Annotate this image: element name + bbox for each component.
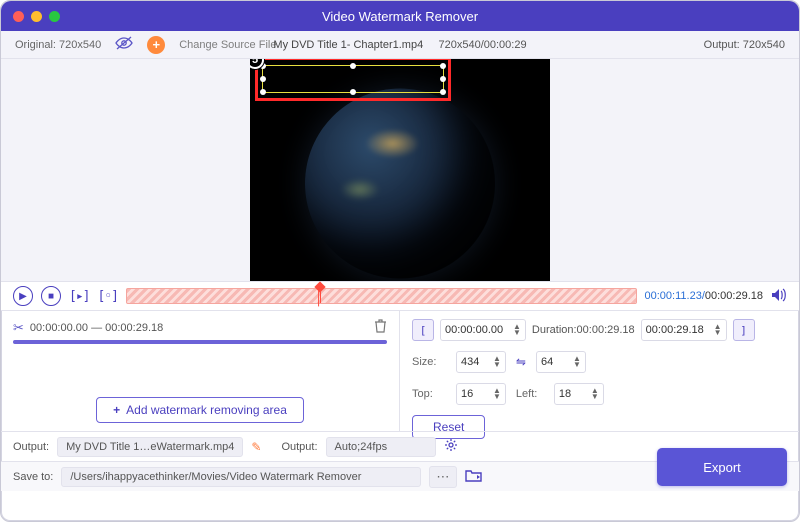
- total-time: 00:00:29.18: [705, 290, 763, 302]
- top-input[interactable]: [461, 388, 491, 400]
- resize-handle-br[interactable]: [440, 89, 446, 95]
- plus-icon: +: [113, 403, 120, 417]
- resize-handle-tm[interactable]: [350, 63, 356, 69]
- timeline-track[interactable]: [126, 288, 637, 304]
- left-input[interactable]: [559, 388, 589, 400]
- resize-handle-mr[interactable]: [440, 76, 446, 82]
- resize-handle-tr[interactable]: [440, 63, 446, 69]
- add-area-label: Add watermark removing area: [126, 403, 287, 417]
- resize-handle-bm[interactable]: [350, 89, 356, 95]
- edit-filename-button[interactable]: ✎: [251, 440, 261, 454]
- duration-label: Duration:00:00:29.18: [532, 324, 635, 336]
- delete-segment-button[interactable]: [374, 319, 387, 336]
- left-field[interactable]: ▲▼: [554, 383, 604, 405]
- size-row: Size: ▲▼ ⇋ ▲▼: [412, 351, 787, 373]
- time-range-row: [ ▲▼ Duration:00:00:29.18 ▲▼ ]: [412, 319, 787, 341]
- set-start-button[interactable]: [: [412, 319, 434, 341]
- stop-button[interactable]: ■: [41, 286, 61, 306]
- export-button[interactable]: Export: [657, 448, 787, 486]
- top-label: Top:: [412, 388, 446, 400]
- aspect-lock-icon[interactable]: ⇋: [516, 355, 526, 369]
- video-frame[interactable]: 5: [250, 59, 550, 281]
- end-time-input[interactable]: [646, 324, 712, 336]
- output-settings-button[interactable]: [444, 438, 458, 455]
- end-time-field[interactable]: ▲▼: [641, 319, 727, 341]
- width-stepper[interactable]: ▲▼: [493, 356, 501, 368]
- time-readout: 00:00:11.23/00:00:29.18: [645, 290, 763, 302]
- height-input[interactable]: [541, 356, 571, 368]
- watermark-selection-box[interactable]: [262, 65, 444, 93]
- open-folder-button[interactable]: [465, 468, 482, 486]
- volume-icon[interactable]: [771, 288, 787, 305]
- settings-panel: ✂ 00:00:00.00 — 00:00:29.18 + Add waterm…: [1, 311, 799, 431]
- info-bar: Original: 720x540 + Change Source File M…: [1, 31, 799, 59]
- app-window: Video Watermark Remover Original: 720x54…: [0, 0, 800, 522]
- add-watermark-area-button[interactable]: + Add watermark removing area: [96, 397, 304, 423]
- video-content-earth: [305, 89, 495, 279]
- preview-area: 5: [1, 59, 799, 281]
- end-stepper[interactable]: ▲▼: [714, 324, 722, 336]
- mark-in-button[interactable]: [▸]: [69, 289, 89, 304]
- output-settings-field[interactable]: Auto;24fps: [326, 437, 436, 457]
- file-dims-duration: 720x540/00:00:29: [438, 39, 526, 51]
- segments-panel: ✂ 00:00:00.00 — 00:00:29.18 + Add waterm…: [1, 311, 400, 431]
- add-source-button[interactable]: +: [147, 36, 165, 54]
- start-time-input[interactable]: [445, 324, 511, 336]
- current-time: 00:00:11.23: [645, 290, 702, 302]
- width-input[interactable]: [461, 356, 491, 368]
- mark-out-button[interactable]: [◦]: [97, 289, 117, 304]
- browse-folder-button[interactable]: ⋯: [429, 466, 457, 488]
- segment-row[interactable]: ✂ 00:00:00.00 — 00:00:29.18: [13, 319, 387, 336]
- window-title: Video Watermark Remover: [1, 9, 799, 24]
- scissors-icon: ✂: [13, 320, 24, 336]
- change-source-link[interactable]: Change Source File: [179, 39, 276, 51]
- segment-duration-bar[interactable]: [13, 340, 387, 344]
- height-stepper[interactable]: ▲▼: [573, 356, 581, 368]
- output-size-label: Output: 720x540: [704, 39, 785, 51]
- size-label: Size:: [412, 356, 446, 368]
- output-file-label: Output:: [13, 441, 49, 453]
- start-stepper[interactable]: ▲▼: [513, 324, 521, 336]
- output-filename-field[interactable]: My DVD Title 1…eWatermark.mp4: [57, 437, 243, 457]
- save-location-row: Save to: /Users/ihappyacethinker/Movies/…: [1, 461, 799, 491]
- left-stepper[interactable]: ▲▼: [591, 388, 599, 400]
- top-stepper[interactable]: ▲▼: [493, 388, 501, 400]
- area-properties-panel: [ ▲▼ Duration:00:00:29.18 ▲▼ ] Size: ▲▼: [400, 311, 799, 431]
- resize-handle-ml[interactable]: [260, 76, 266, 82]
- position-row: Top: ▲▼ Left: ▲▼: [412, 383, 787, 405]
- export-label: Export: [703, 460, 741, 475]
- titlebar: Video Watermark Remover: [1, 1, 799, 31]
- left-label: Left:: [516, 388, 544, 400]
- original-size-label: Original: 720x540: [15, 39, 101, 51]
- play-button[interactable]: ▶: [13, 286, 33, 306]
- playhead-line: [320, 289, 321, 303]
- segment-range-text: 00:00:00.00 — 00:00:29.18: [30, 322, 163, 334]
- playback-controls-row: ▶ ■ [▸] [◦] 00:00:11.23/00:00:29.18: [1, 281, 799, 311]
- width-field[interactable]: ▲▼: [456, 351, 506, 373]
- set-end-button[interactable]: ]: [733, 319, 755, 341]
- save-path-field[interactable]: /Users/ihappyacethinker/Movies/Video Wat…: [61, 467, 421, 487]
- save-to-label: Save to:: [13, 471, 53, 483]
- visibility-toggle-icon[interactable]: [115, 36, 133, 53]
- height-field[interactable]: ▲▼: [536, 351, 586, 373]
- current-file-name: My DVD Title 1- Chapter1.mp4: [273, 39, 423, 51]
- resize-handle-bl[interactable]: [260, 89, 266, 95]
- output-settings-label: Output:: [281, 441, 317, 453]
- top-field[interactable]: ▲▼: [456, 383, 506, 405]
- start-time-field[interactable]: ▲▼: [440, 319, 526, 341]
